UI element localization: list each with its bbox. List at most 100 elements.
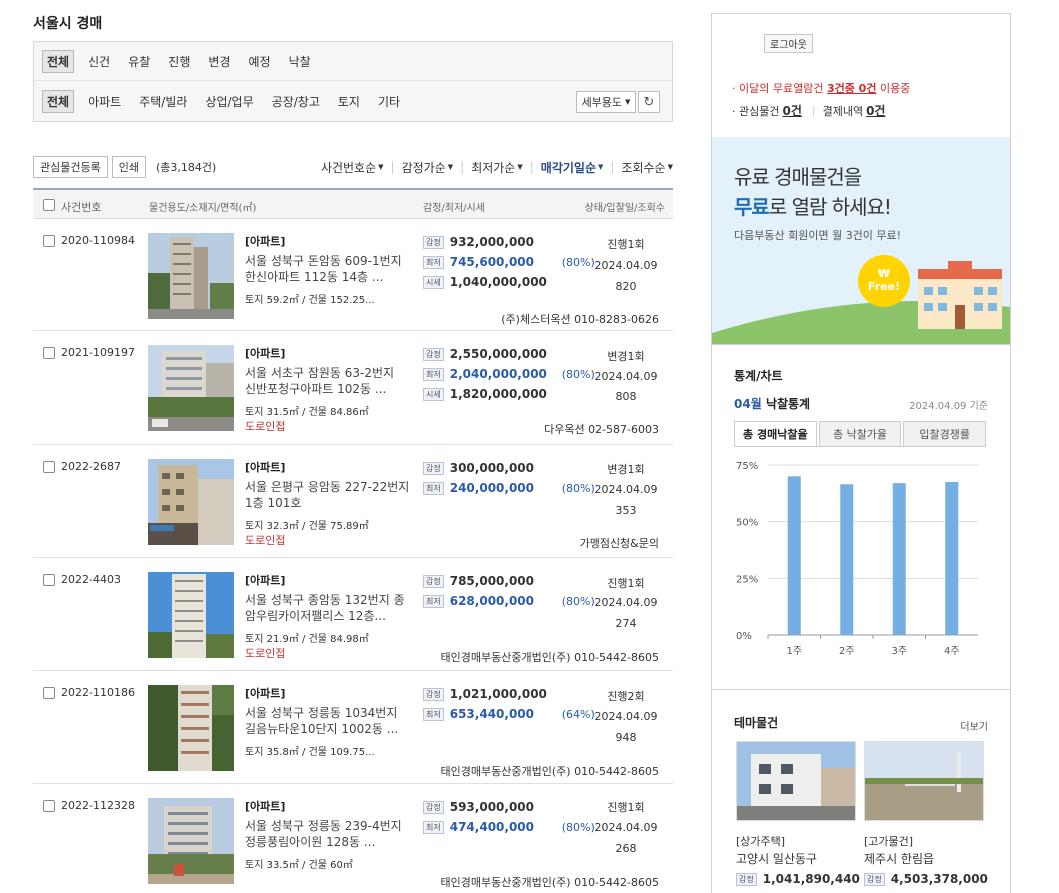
sort-appraisal[interactable]: 감정가순 ▼ <box>402 159 454 176</box>
case-number[interactable]: 2022-2687 <box>61 460 121 473</box>
property-type[interactable]: [아파트] <box>245 233 285 249</box>
theme-card[interactable]: [고가물건] 제주시 한림읍 감정 4,503,378,000 <box>864 741 988 886</box>
logout-button[interactable]: 로그아웃 <box>764 34 813 53</box>
bid-date: 2024.04.09 <box>594 483 658 496</box>
case-number[interactable]: 2021-109197 <box>61 346 135 359</box>
agent-info[interactable]: (주)체스터옥션 010-8283-0626 <box>501 311 659 327</box>
property-photo[interactable] <box>148 798 234 884</box>
list-item[interactable]: 2022-2687 [아파트] 서울 은평구 응암동 227-22번지 1층 10… <box>33 445 673 558</box>
status-tab-scheduled[interactable]: 예정 <box>244 51 274 72</box>
market-tag: 시세 <box>423 387 444 401</box>
payment-count-link[interactable]: 0건 <box>866 102 885 119</box>
minimum-price: 474,400,000 <box>449 820 534 834</box>
print-button[interactable]: 인쇄 <box>111 156 146 178</box>
status-tab-all[interactable]: 전체 <box>42 49 75 73</box>
type-tab-house[interactable]: 주택/빌라 <box>135 91 191 112</box>
agent-info[interactable]: 가맹점신청&문의 <box>580 535 659 551</box>
case-number[interactable]: 2020-110984 <box>61 234 135 247</box>
property-type[interactable]: [아파트] <box>245 685 285 701</box>
appraisal-tag: 감정 <box>864 872 885 886</box>
chart-y-tick-label: 25% <box>736 574 758 585</box>
interest-register-button[interactable]: 관심물건등록 <box>33 156 108 178</box>
type-tab-apartment[interactable]: 아파트 <box>84 91 125 112</box>
view-count: 268 <box>615 842 637 855</box>
property-address[interactable]: 서울 성북구 돈암동 609-1번지 한신아파트 112동 14층 ... <box>245 253 413 285</box>
tab-competition-rate[interactable]: 입찰경쟁률 <box>903 421 987 446</box>
theme-card[interactable]: [상가주택] 고양시 일산동구 감정 1,041,890,440 <box>736 741 860 886</box>
property-type[interactable]: [아파트] <box>245 798 285 814</box>
appraisal-tag: 감정 <box>423 574 444 588</box>
property-photo[interactable] <box>148 345 234 431</box>
case-number[interactable]: 2022-112328 <box>61 799 135 812</box>
appraisal-tag: 감정 <box>423 687 444 701</box>
minimum-tag: 최저 <box>423 820 444 834</box>
type-tab-factory[interactable]: 공장/창고 <box>268 91 324 112</box>
property-address[interactable]: 서울 은평구 응암동 227-22번지 1층 101호 <box>245 479 413 511</box>
property-address[interactable]: 서울 성북구 정릉동 239-4번지 정릉풍림아이원 128동 ... <box>245 818 413 850</box>
property-photo[interactable] <box>148 459 234 545</box>
property-photo[interactable] <box>148 233 234 319</box>
row-checkbox[interactable] <box>43 347 55 359</box>
refresh-button[interactable]: ↻ <box>638 91 660 113</box>
row-checkbox[interactable] <box>43 235 55 247</box>
status-tab-sold[interactable]: 낙찰 <box>285 51 315 72</box>
row-checkbox[interactable] <box>43 800 55 812</box>
type-tab-land[interactable]: 토지 <box>334 91 364 112</box>
sort-sale-date[interactable]: 매각기일순 ▼ <box>541 159 604 176</box>
status-tab-ongoing[interactable]: 진행 <box>164 51 194 72</box>
row-checkbox[interactable] <box>43 461 55 473</box>
property-address[interactable]: 서울 서초구 잠원동 63-2번지 신반포청구아파트 102동 ... <box>245 365 413 397</box>
row-checkbox[interactable] <box>43 687 55 699</box>
property-area: 토지 32.3㎡ / 건물 75.89㎡ <box>245 521 369 532</box>
view-count: 274 <box>615 617 637 630</box>
sort-views[interactable]: 조회수순 ▼ <box>621 159 673 176</box>
chart-bar <box>787 476 801 635</box>
interest-count-link[interactable]: 0건 <box>782 102 801 119</box>
theme-photo[interactable] <box>736 741 856 821</box>
type-tab-commercial[interactable]: 상업/업무 <box>201 91 257 112</box>
theme-more-link[interactable]: 더보기 <box>960 718 988 733</box>
theme-photo[interactable] <box>864 741 984 821</box>
status-tab-new[interactable]: 신건 <box>84 51 114 72</box>
row-checkbox[interactable] <box>43 574 55 586</box>
sort-minimum[interactable]: 최저가순 ▼ <box>471 159 523 176</box>
view-count: 820 <box>615 280 637 293</box>
free-view-banner[interactable]: 유료 경매물건을 무료로 열람 하세요! 다음부동산 회원이면 월 3건이 무료… <box>712 137 1010 344</box>
case-number[interactable]: 2022-4403 <box>61 573 121 586</box>
price-block: 감정 932,000,000 최저 745,600,000 (80%) 시세 1,040… <box>423 232 595 292</box>
agent-info[interactable]: 태인경매부동산중개법인(주) 010-5442-8605 <box>441 763 659 779</box>
price-block: 감정 785,000,000 최저 628,000,000 (80%) <box>423 571 595 611</box>
agent-info[interactable]: 다우옥션 02-587-6003 <box>544 421 659 437</box>
type-tab-etc[interactable]: 기타 <box>374 91 404 112</box>
property-type[interactable]: [아파트] <box>245 345 285 361</box>
free-view-count[interactable]: 3건중 0건 <box>827 82 877 95</box>
list-item[interactable]: 2022-110186 [아파트] 서울 성북구 정릉동 1034번지 길음뉴타운… <box>33 671 673 784</box>
agent-info[interactable]: 태인경매부동산중개법인(주) 010-5442-8605 <box>441 649 659 665</box>
caret-down-icon: ▼ <box>517 163 523 171</box>
property-address[interactable]: 서울 성북구 정릉동 1034번지 길음뉴타운10단지 1002동 ... <box>245 705 413 737</box>
header-prices: 감정/최저/시세 <box>423 203 485 214</box>
type-tab-all[interactable]: 전체 <box>42 89 75 113</box>
agent-info[interactable]: 태인경매부동산중개법인(주) 010-5442-8605 <box>441 874 659 890</box>
price-block: 감정 300,000,000 최저 240,000,000 (80%) <box>423 458 595 498</box>
tab-total-price-rate[interactable]: 총 낙찰가율 <box>818 421 902 446</box>
theme-section: 테마물건 더보기 [상가주택] 고양시 일산동구 감정 1,041,890,440… <box>712 689 1010 893</box>
list-item[interactable]: 2020-110984 [아파트] 서울 성북구 돈암동 609-1번지 한신아파… <box>33 219 673 331</box>
status-tab-failed[interactable]: 유찰 <box>124 51 154 72</box>
select-all-checkbox[interactable] <box>43 199 55 211</box>
header-case-no: 사건번호 <box>61 201 102 214</box>
list-item[interactable]: 2021-109197 [아파트] 서울 서초구 잠원동 63-2번지 신반포청구… <box>33 331 673 445</box>
detail-use-select[interactable]: 세부용도 ▼ <box>576 91 636 113</box>
list-item[interactable]: 2022-4403 [아파트] 서울 성북구 종암동 132번지 종 암우림카이저… <box>33 558 673 671</box>
status-tab-changed[interactable]: 변경 <box>204 51 234 72</box>
property-type[interactable]: [아파트] <box>245 459 285 475</box>
list-item[interactable]: 2022-112328 [아파트] 서울 성북구 정릉동 239-4번지 정릉풍림… <box>33 784 673 893</box>
property-address[interactable]: 서울 성북구 종암동 132번지 종 암우림카이저팰리스 12층... <box>245 592 413 624</box>
tab-total-sale-rate[interactable]: 총 경매낙찰율 <box>734 421 817 446</box>
case-number[interactable]: 2022-110186 <box>61 686 135 699</box>
sort-case-no[interactable]: 사건번호순 ▼ <box>321 159 384 176</box>
appraisal-price: 1,021,000,000 <box>449 687 547 701</box>
property-photo[interactable] <box>148 572 234 658</box>
property-photo[interactable] <box>148 685 234 771</box>
property-type[interactable]: [아파트] <box>245 572 285 588</box>
